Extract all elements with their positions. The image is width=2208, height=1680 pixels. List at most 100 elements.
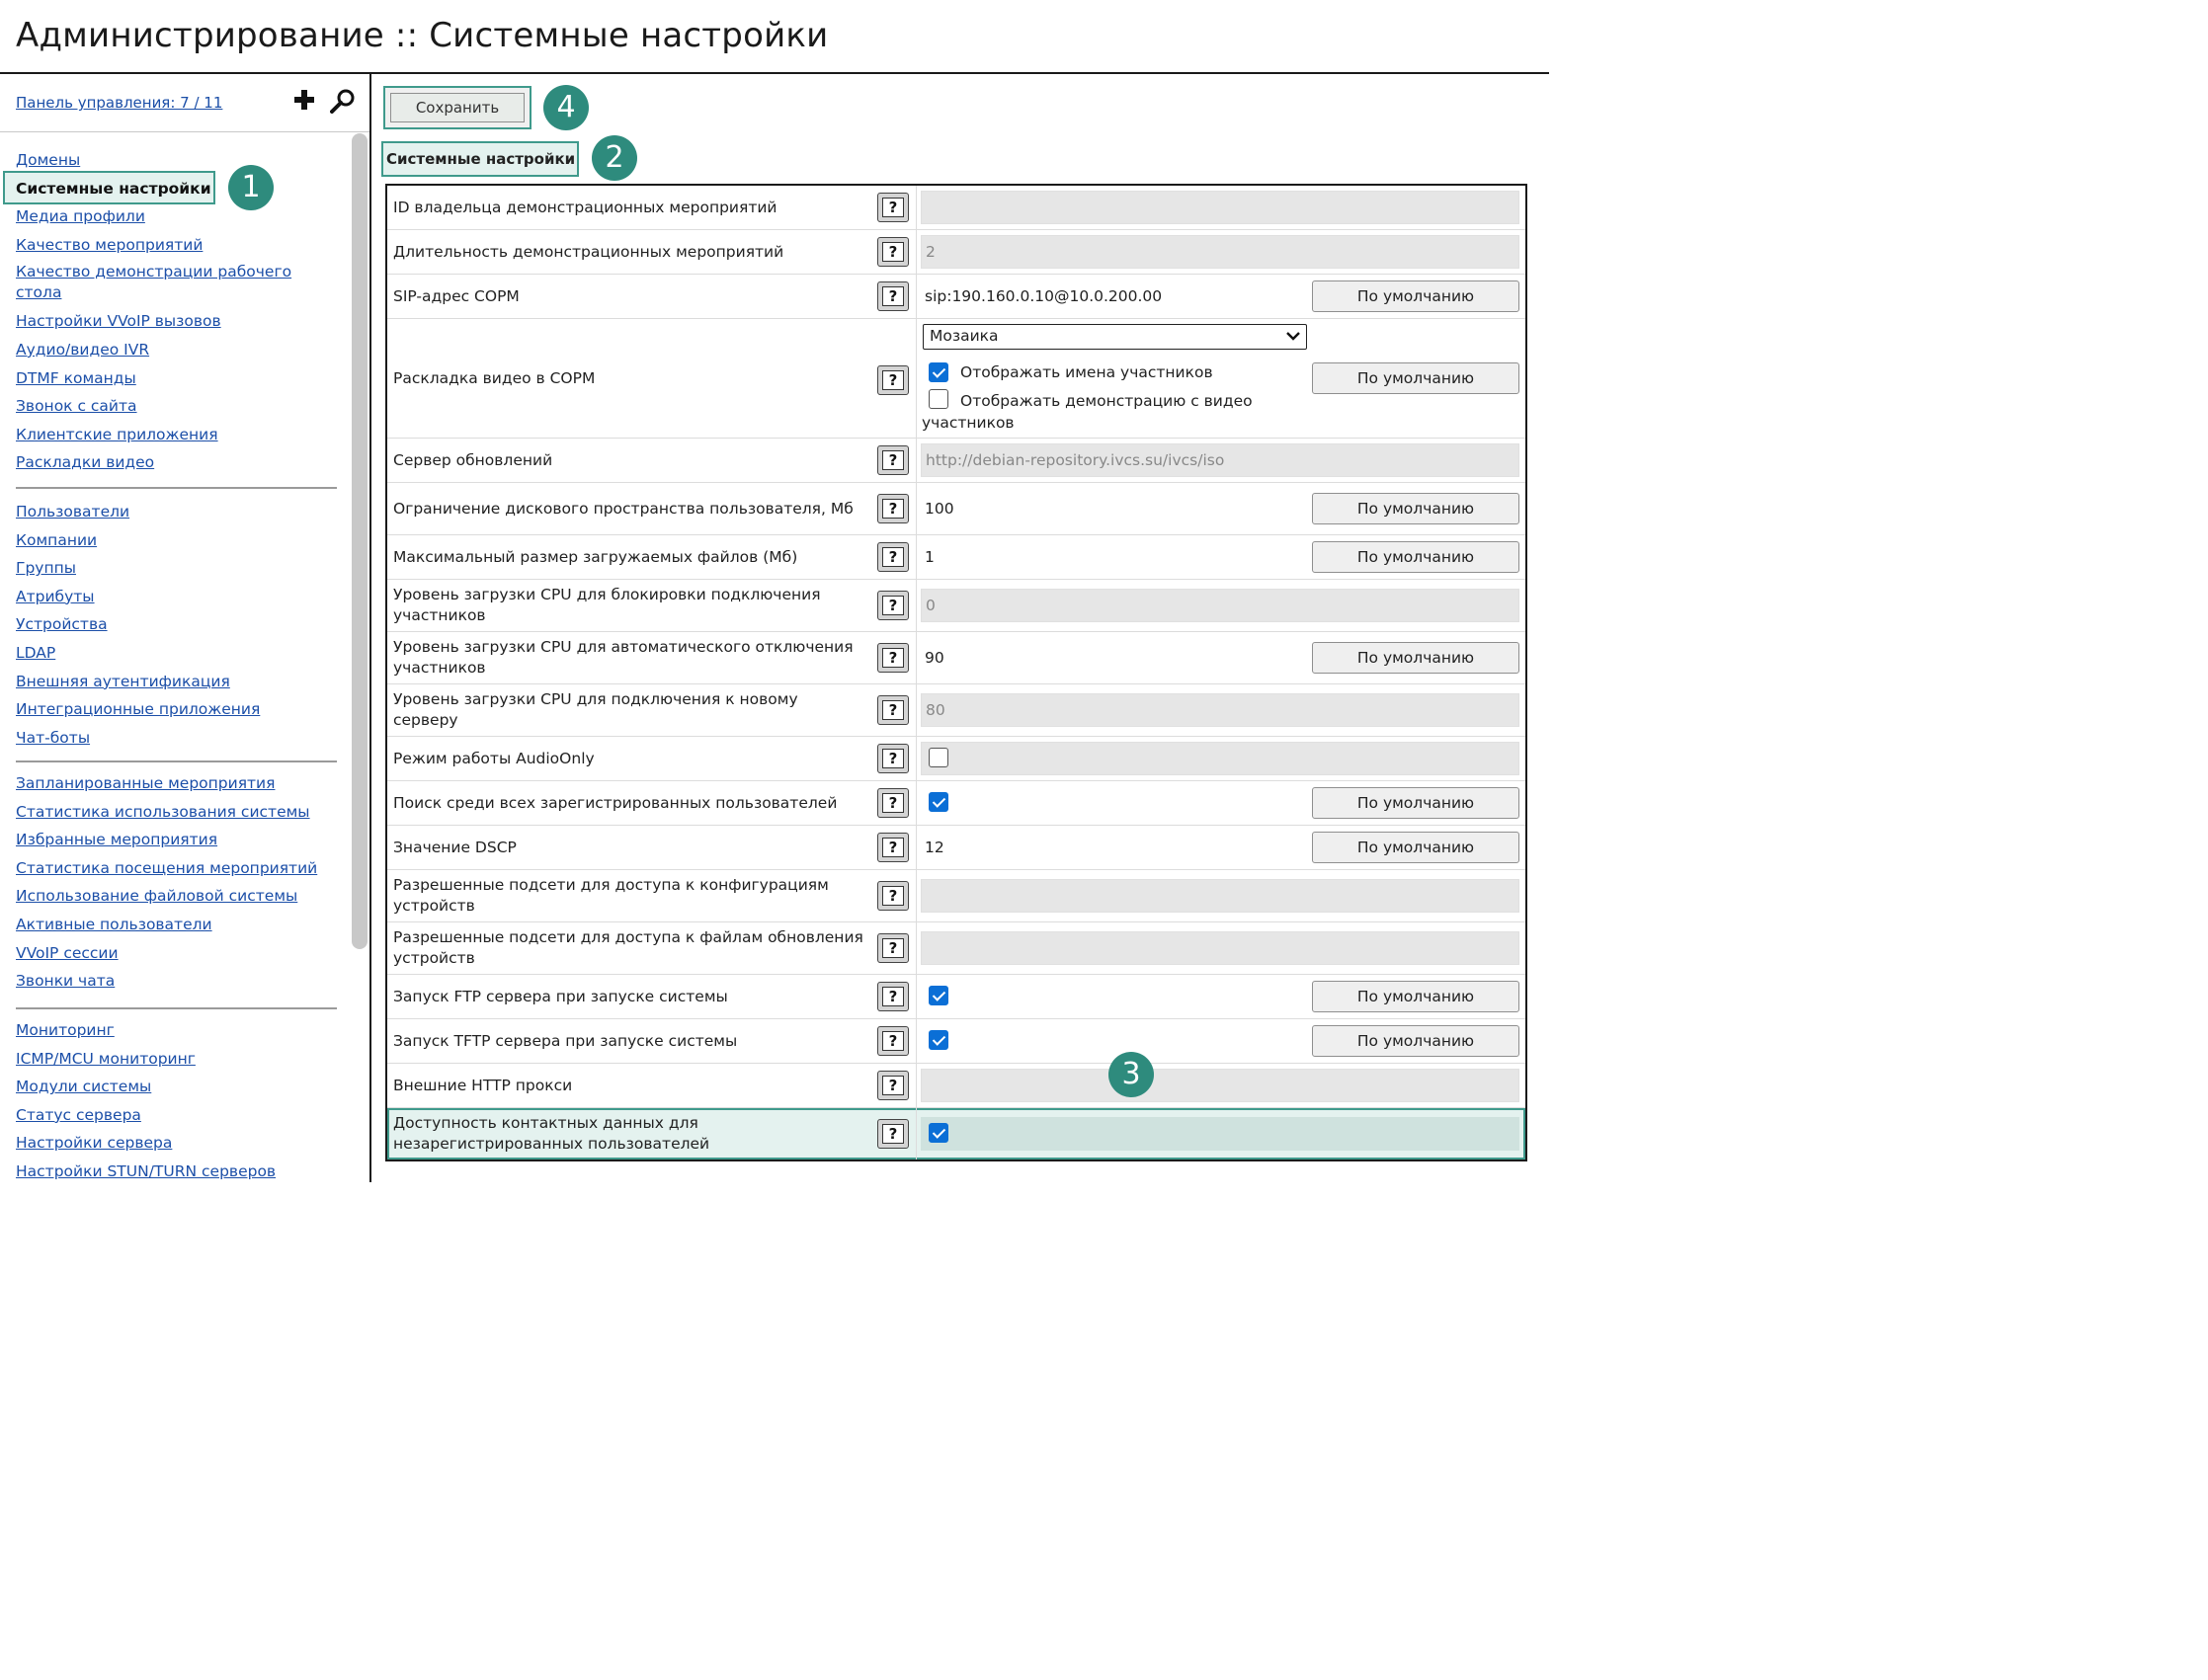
help-icon[interactable]: ? xyxy=(877,591,909,620)
setting-row: Максимальный размер загружаемых файлов (… xyxy=(387,535,1525,580)
layout-select-value: Мозаика xyxy=(930,327,999,345)
sidebar-item-мониторинг[interactable]: Мониторинг xyxy=(16,1019,342,1048)
control-panel-link[interactable]: Панель управления: 7 / 11 xyxy=(16,94,222,112)
help-icon[interactable]: ? xyxy=(877,1071,909,1100)
sidebar-item-качество-демонстрации-рабочего-стола[interactable]: Качество демонстрации рабочего стола xyxy=(16,262,342,310)
save-button[interactable]: Сохранить xyxy=(383,86,532,129)
help-icon[interactable]: ? xyxy=(877,788,909,818)
column-separator xyxy=(916,483,917,534)
setting-value-readonly[interactable]: 80 xyxy=(921,693,1519,727)
setting-checkbox[interactable] xyxy=(929,1030,948,1050)
show-names-checkbox[interactable] xyxy=(929,362,948,382)
setting-value-readonly[interactable]: 0 xyxy=(921,589,1519,622)
setting-label: Внешние HTTP прокси xyxy=(393,1076,573,1094)
sidebar-item-vvoip-сессии[interactable]: VVoIP сессии xyxy=(16,942,342,971)
help-icon[interactable]: ? xyxy=(877,744,909,773)
sidebar-item-клиентские-приложения[interactable]: Клиентские приложения xyxy=(16,424,342,452)
help-icon[interactable]: ? xyxy=(877,237,909,267)
sidebar-item-запланированные-мероприятия[interactable]: Запланированные мероприятия xyxy=(16,772,342,801)
default-button[interactable]: По умолчанию xyxy=(1312,362,1519,394)
sidebar-item-звонки-чата[interactable]: Звонки чата xyxy=(16,970,342,999)
column-separator xyxy=(916,1108,917,1160)
sidebar-item-статус-сервера[interactable]: Статус сервера xyxy=(16,1104,342,1133)
sidebar-item-ldap[interactable]: LDAP xyxy=(16,642,342,671)
help-icon[interactable]: ? xyxy=(877,494,909,523)
layout-select[interactable]: Мозаика xyxy=(923,324,1307,350)
sidebar-item-dtmf-команды[interactable]: DTMF команды xyxy=(16,367,342,396)
help-icon[interactable]: ? xyxy=(877,833,909,862)
default-button[interactable]: По умолчанию xyxy=(1312,832,1519,863)
default-button[interactable]: По умолчанию xyxy=(1312,493,1519,524)
help-icon[interactable]: ? xyxy=(877,542,909,572)
setting-value-readonly[interactable] xyxy=(921,931,1519,965)
sidebar-item-атрибуты[interactable]: Атрибуты xyxy=(16,586,342,614)
sidebar-scrollbar-thumb[interactable] xyxy=(352,133,368,949)
setting-label: Уровень загрузки CPU для автоматического… xyxy=(393,638,854,677)
setting-value-input[interactable]: 1 xyxy=(925,546,935,568)
setting-value-readonly[interactable]: 2 xyxy=(921,235,1519,269)
sidebar-item-группы[interactable]: Группы xyxy=(16,557,342,586)
sidebar-item-качество-мероприятий[interactable]: Качество мероприятий xyxy=(16,234,342,263)
sidebar-item-использование-файловой-системы[interactable]: Использование файловой системы xyxy=(16,885,342,914)
help-icon[interactable]: ? xyxy=(877,281,909,311)
sidebar-item-чат-боты[interactable]: Чат-боты xyxy=(16,727,342,756)
help-glyph: ? xyxy=(882,886,904,906)
sidebar-item-компании[interactable]: Компании xyxy=(16,529,342,558)
help-icon[interactable]: ? xyxy=(877,933,909,963)
sidebar-item-пользователи[interactable]: Пользователи xyxy=(16,501,342,529)
setting-label: Поиск среди всех зарегистрированных поль… xyxy=(393,793,838,812)
default-button[interactable]: По умолчанию xyxy=(1312,541,1519,573)
default-button[interactable]: По умолчанию xyxy=(1312,787,1519,819)
column-separator xyxy=(916,922,917,974)
help-icon[interactable]: ? xyxy=(877,193,909,222)
default-button[interactable]: По умолчанию xyxy=(1312,981,1519,1012)
sidebar-item-медиа-профили[interactable]: Медиа профили xyxy=(16,205,342,234)
sidebar-item-звонок-с-сайта[interactable]: Звонок с сайта xyxy=(16,395,342,424)
sidebar-item-домены[interactable]: Домены xyxy=(16,149,342,178)
sidebar-item-раскладки-видео[interactable]: Раскладки видео xyxy=(16,451,342,480)
default-button[interactable]: По умолчанию xyxy=(1312,1025,1519,1057)
setting-value-input[interactable]: 100 xyxy=(925,498,954,520)
sidebar-item-избранные-мероприятия[interactable]: Избранные мероприятия xyxy=(16,829,342,857)
sidebar-item-внешняя-аутентификация[interactable]: Внешняя аутентификация xyxy=(16,671,342,699)
search-icon[interactable] xyxy=(330,88,356,114)
sidebar-item-статистика-использования-системы[interactable]: Статистика использования системы xyxy=(16,801,342,830)
sidebar-item-модули-системы[interactable]: Модули системы xyxy=(16,1076,342,1104)
setting-value-readonly[interactable] xyxy=(921,191,1519,224)
column-separator xyxy=(916,781,917,825)
help-icon[interactable]: ? xyxy=(877,982,909,1011)
default-button[interactable]: По умолчанию xyxy=(1312,642,1519,674)
sidebar-item-icmp-mcu-мониторинг[interactable]: ICMP/MCU мониторинг xyxy=(16,1048,342,1077)
show-screen-share-checkbox[interactable] xyxy=(929,389,948,409)
help-icon[interactable]: ? xyxy=(877,445,909,475)
column-separator xyxy=(916,632,917,683)
sidebar-item-настройки-сервера[interactable]: Настройки сервера xyxy=(16,1132,342,1160)
setting-checkbox[interactable] xyxy=(929,748,948,767)
help-icon[interactable]: ? xyxy=(877,695,909,725)
sidebar-item-настройки-vvoip-вызовов[interactable]: Настройки VVoIP вызовов xyxy=(16,310,342,339)
setting-value-readonly[interactable] xyxy=(921,1069,1519,1102)
setting-row: Значение DSCP? 12 По умолчанию xyxy=(387,826,1525,870)
sidebar-item-аудио-видео-ivr[interactable]: Аудио/видео IVR xyxy=(16,339,342,367)
sidebar-item-устройства[interactable]: Устройства xyxy=(16,613,342,642)
setting-value-input[interactable]: 12 xyxy=(925,837,944,858)
help-icon[interactable]: ? xyxy=(877,1026,909,1056)
setting-value-readonly[interactable]: http://debian-repository.ivcs.su/ivcs/is… xyxy=(921,443,1519,477)
help-icon[interactable]: ? xyxy=(877,365,909,395)
sidebar-item-настройки-stun-turn-серверов[interactable]: Настройки STUN/TURN серверов xyxy=(16,1160,342,1182)
sidebar-item-статистика-посещения-мероприятий[interactable]: Статистика посещения мероприятий xyxy=(16,857,342,886)
sidebar-item-активные-пользователи[interactable]: Активные пользователи xyxy=(16,914,342,942)
sidebar-item-системные-настройки[interactable]: Системные настройки xyxy=(16,178,342,206)
setting-checkbox[interactable] xyxy=(929,1123,948,1143)
help-icon[interactable]: ? xyxy=(877,1119,909,1149)
help-icon[interactable]: ? xyxy=(877,881,909,911)
help-icon[interactable]: ? xyxy=(877,643,909,673)
plus-icon[interactable] xyxy=(293,88,315,112)
setting-value-readonly[interactable] xyxy=(921,879,1519,913)
setting-checkbox[interactable] xyxy=(929,792,948,812)
setting-value-input[interactable]: 90 xyxy=(925,647,944,669)
sidebar-item-интеграционные-приложения[interactable]: Интеграционные приложения xyxy=(16,698,342,727)
default-button[interactable]: По умолчанию xyxy=(1312,280,1519,312)
setting-value-input[interactable]: sip:190.160.0.10@10.0.200.00 xyxy=(925,285,1162,307)
setting-checkbox[interactable] xyxy=(929,986,948,1005)
